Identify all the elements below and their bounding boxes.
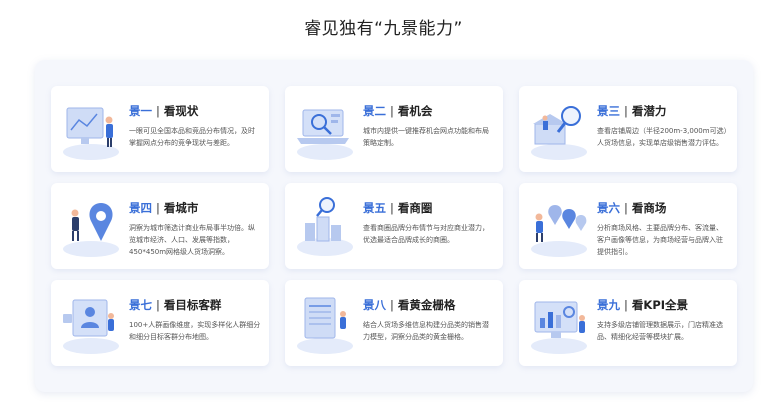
grid-board-icon: [297, 297, 353, 354]
card-description: 结合人货场多维信息构建分品类的销售潜力模型，洞察分品类的黄金栅格。: [363, 321, 489, 341]
capability-card[interactable]: 景七 | 看目标客群 100+人群画像维度，实现多样化人群细分和细分目标客群分布…: [51, 280, 269, 366]
card-title: 景二 | 看机会: [363, 104, 433, 118]
capability-card[interactable]: 景五 | 看商圈 查看商圈品牌分布情节与对应商业潜力，优选最适合品牌成长的商圈。: [285, 183, 503, 269]
card-description: 查看店铺周边（半径200m-3,000m可选）人货场信息，实现单店级销售潜力评估…: [597, 127, 728, 147]
capabilities-panel: 景一 | 看现状 一眼可见全国本品和竞品分布情况，及时掌握网点分布的竞争现状与差…: [35, 60, 753, 392]
laptop-search-icon: [297, 109, 353, 160]
capability-card[interactable]: 景四 | 看城市 洞察为城市筛选计商业布局事半功倍。纵览城市经济、人口、发展等指…: [51, 183, 269, 269]
card-description: 洞察为城市筛选计商业布局事半功倍。纵览城市经济、人口、发展等指数，450*450…: [129, 224, 255, 256]
card-description: 查看商圈品牌分布情节与对应商业潜力，优选最适合品牌成长的商圈。: [363, 224, 489, 244]
section-title: 睿见独有“九景能力”: [304, 19, 463, 39]
city-buildings-icon: [297, 197, 353, 256]
card-description: 支持多级店铺管理数据展示，门店精准选品、精细化经营等模块扩展。: [597, 321, 723, 341]
card-title: 景八 | 看黄金栅格: [363, 298, 456, 312]
mall-pins-icon: [531, 205, 587, 257]
capability-card[interactable]: 景八 | 看黄金栅格 结合人货场多维信息构建分品类的销售潜力模型，洞察分品类的黄…: [285, 280, 503, 366]
capability-card[interactable]: 景九 | 看KPI全景 支持多级店铺管理数据展示，门店精准选品、精细化经营等模块…: [519, 280, 737, 366]
audience-profile-icon: [63, 299, 119, 354]
card-title: 景三 | 看潜力: [597, 104, 667, 118]
monitor-map-icon: [63, 107, 119, 160]
card-description: 一眼可见全国本品和竞品分布情况，及时掌握网点分布的竞争现状与差距。: [129, 127, 255, 147]
card-title: 景一 | 看现状: [129, 104, 199, 118]
card-description: 分析商场风格、主要品牌分布、客流量、客户画像等信息，为商场经营与品牌入驻提供指引…: [597, 224, 723, 256]
card-title: 景五 | 看商圈: [363, 201, 433, 215]
magnifier-store-icon: [531, 106, 587, 160]
capability-card[interactable]: 景三 | 看潜力 查看店铺周边（半径200m-3,000m可选）人货场信息，实现…: [519, 86, 737, 172]
card-description: 城市内提供一键推荐机会网点功能和布局策略定制。: [363, 127, 489, 147]
card-description: 100+人群画像维度，实现多样化人群细分和细分目标客群分布地图。: [129, 321, 261, 341]
capability-card[interactable]: 景二 | 看机会 城市内提供一键推荐机会网点功能和布局策略定制。: [285, 86, 503, 172]
location-pin-icon: [63, 203, 119, 257]
card-title: 景九 | 看KPI全景: [597, 298, 689, 312]
capability-card[interactable]: 景一 | 看现状 一眼可见全国本品和竞品分布情况，及时掌握网点分布的竞争现状与差…: [51, 86, 269, 172]
kpi-dashboard-icon: [531, 301, 587, 354]
card-title: 景七 | 看目标客群: [129, 298, 222, 312]
capability-card[interactable]: 景六 | 看商场 分析商场风格、主要品牌分布、客流量、客户画像等信息，为商场经营…: [519, 183, 737, 269]
card-title: 景六 | 看商场: [597, 201, 667, 215]
card-title: 景四 | 看城市: [129, 201, 199, 215]
